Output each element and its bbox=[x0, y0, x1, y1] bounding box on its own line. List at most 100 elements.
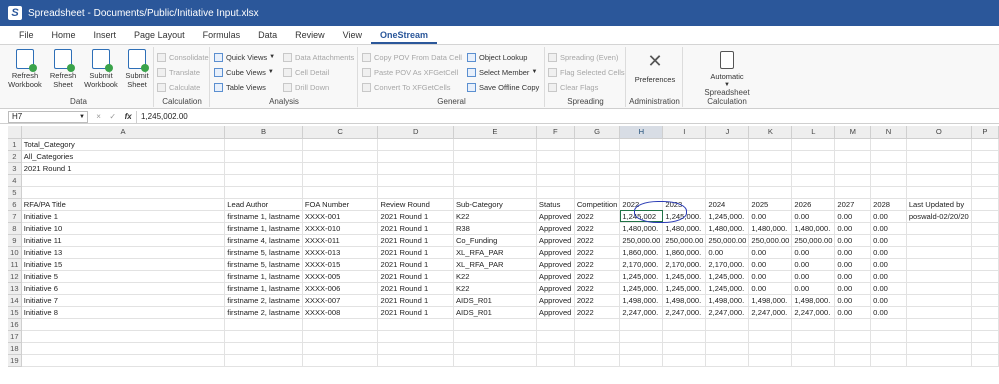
cell-a8[interactable]: Initiative 10 bbox=[21, 222, 226, 235]
cell-a2[interactable]: All_Categories bbox=[21, 150, 226, 163]
cell-l1[interactable] bbox=[791, 138, 836, 151]
cell-b6[interactable]: Lead Author bbox=[224, 198, 303, 211]
cell-e7[interactable]: K22 bbox=[453, 210, 537, 223]
row-header[interactable]: 8 bbox=[8, 222, 22, 235]
cell-p11[interactable] bbox=[971, 258, 999, 271]
cell-j4[interactable] bbox=[705, 174, 750, 187]
cell-d14[interactable]: 2021 Round 1 bbox=[377, 294, 454, 307]
cell-e16[interactable] bbox=[453, 318, 537, 331]
cell-i16[interactable] bbox=[662, 318, 707, 331]
cell-a5[interactable] bbox=[21, 186, 226, 199]
cell-o13[interactable] bbox=[906, 282, 972, 295]
cell-n1[interactable] bbox=[870, 138, 907, 151]
cell-m16[interactable] bbox=[834, 318, 872, 331]
cell-m6[interactable]: 2027 bbox=[834, 198, 872, 211]
cell-g17[interactable] bbox=[574, 330, 621, 343]
cell-c14[interactable]: XXXX-007 bbox=[302, 294, 379, 307]
cell-h16[interactable] bbox=[619, 318, 664, 331]
column-header-g[interactable]: G bbox=[574, 126, 621, 139]
cell-e19[interactable] bbox=[453, 354, 537, 367]
cell-j2[interactable] bbox=[705, 150, 750, 163]
cell-o11[interactable] bbox=[906, 258, 972, 271]
cell-f2[interactable] bbox=[536, 150, 575, 163]
cell-c7[interactable]: XXXX-001 bbox=[302, 210, 379, 223]
save-offline-copy-button[interactable]: Save Offline Copy bbox=[467, 81, 539, 93]
cell-n3[interactable] bbox=[870, 162, 907, 175]
cell-k11[interactable]: 0.00 bbox=[748, 258, 793, 271]
cell-a15[interactable]: Initiative 8 bbox=[21, 306, 226, 319]
cell-j18[interactable] bbox=[705, 342, 750, 355]
cell-d6[interactable]: Review Round bbox=[377, 198, 454, 211]
cell-n4[interactable] bbox=[870, 174, 907, 187]
row-header[interactable]: 18 bbox=[8, 342, 22, 355]
cell-l7[interactable]: 0.00 bbox=[791, 210, 836, 223]
cell-e3[interactable] bbox=[453, 162, 537, 175]
cell-l14[interactable]: 1,498,000. bbox=[791, 294, 836, 307]
submit-sheet-button[interactable]: Submit Sheet bbox=[118, 49, 156, 89]
confirm-icon[interactable]: ✓ bbox=[109, 112, 116, 121]
cell-f3[interactable] bbox=[536, 162, 575, 175]
cell-b13[interactable]: firstname 1, lastname bbox=[224, 282, 303, 295]
cell-m3[interactable] bbox=[834, 162, 872, 175]
cell-o7[interactable]: poswald-02/20/20 bbox=[906, 210, 972, 223]
cell-p17[interactable] bbox=[971, 330, 999, 343]
cell-p6[interactable] bbox=[971, 198, 999, 211]
cell-a16[interactable] bbox=[21, 318, 226, 331]
cell-p3[interactable] bbox=[971, 162, 999, 175]
row-header[interactable]: 3 bbox=[8, 162, 22, 175]
cell-m19[interactable] bbox=[834, 354, 872, 367]
row-header[interactable]: 15 bbox=[8, 306, 22, 319]
cell-f13[interactable]: Approved bbox=[536, 282, 575, 295]
cell-n17[interactable] bbox=[870, 330, 907, 343]
column-header-m[interactable]: M bbox=[834, 126, 872, 139]
cell-f1[interactable] bbox=[536, 138, 575, 151]
cell-c2[interactable] bbox=[302, 150, 379, 163]
cell-j11[interactable]: 2,170,000. bbox=[705, 258, 750, 271]
column-header-l[interactable]: L bbox=[791, 126, 836, 139]
cell-o4[interactable] bbox=[906, 174, 972, 187]
cell-e4[interactable] bbox=[453, 174, 537, 187]
cell-m8[interactable]: 0.00 bbox=[834, 222, 872, 235]
formula-input[interactable]: 1,245,002.00 bbox=[136, 110, 999, 123]
cell-p13[interactable] bbox=[971, 282, 999, 295]
cell-b1[interactable] bbox=[224, 138, 303, 151]
cell-a14[interactable]: Initiative 7 bbox=[21, 294, 226, 307]
cell-f18[interactable] bbox=[536, 342, 575, 355]
cell-p15[interactable] bbox=[971, 306, 999, 319]
row-header[interactable]: 17 bbox=[8, 330, 22, 343]
cell-g15[interactable]: 2022 bbox=[574, 306, 621, 319]
column-header-o[interactable]: O bbox=[906, 126, 972, 139]
cell-l15[interactable]: 2,247,000. bbox=[791, 306, 836, 319]
column-header-a[interactable]: A bbox=[21, 126, 226, 139]
row-header[interactable]: 11 bbox=[8, 258, 22, 271]
cell-n7[interactable]: 0.00 bbox=[870, 210, 907, 223]
cell-c5[interactable] bbox=[302, 186, 379, 199]
cell-c19[interactable] bbox=[302, 354, 379, 367]
cell-e13[interactable]: K22 bbox=[453, 282, 537, 295]
insert-function-icon[interactable]: fx bbox=[125, 112, 132, 121]
data-attachments-button[interactable]: Data Attachments bbox=[283, 51, 354, 63]
cell-n13[interactable]: 0.00 bbox=[870, 282, 907, 295]
cell-l8[interactable]: 1,480,000. bbox=[791, 222, 836, 235]
cell-p5[interactable] bbox=[971, 186, 999, 199]
copy-pov-button[interactable]: Copy POV From Data Cell bbox=[362, 51, 462, 63]
cell-g5[interactable] bbox=[574, 186, 621, 199]
cell-d7[interactable]: 2021 Round 1 bbox=[377, 210, 454, 223]
table-views-button[interactable]: Table Views bbox=[214, 81, 266, 93]
cell-e14[interactable]: AIDS_R01 bbox=[453, 294, 537, 307]
cube-views-button[interactable]: Cube Views ▼ bbox=[214, 66, 274, 78]
cell-d19[interactable] bbox=[377, 354, 454, 367]
cell-g18[interactable] bbox=[574, 342, 621, 355]
cell-i19[interactable] bbox=[662, 354, 707, 367]
cell-f8[interactable]: Approved bbox=[536, 222, 575, 235]
row-header[interactable]: 9 bbox=[8, 234, 22, 247]
cell-g1[interactable] bbox=[574, 138, 621, 151]
cell-m9[interactable]: 0.00 bbox=[834, 234, 872, 247]
cell-k1[interactable] bbox=[748, 138, 793, 151]
cell-l11[interactable]: 0.00 bbox=[791, 258, 836, 271]
column-header-f[interactable]: F bbox=[536, 126, 575, 139]
cell-j16[interactable] bbox=[705, 318, 750, 331]
cell-l6[interactable]: 2026 bbox=[791, 198, 836, 211]
cell-g2[interactable] bbox=[574, 150, 621, 163]
cell-i8[interactable]: 1,480,000. bbox=[662, 222, 707, 235]
